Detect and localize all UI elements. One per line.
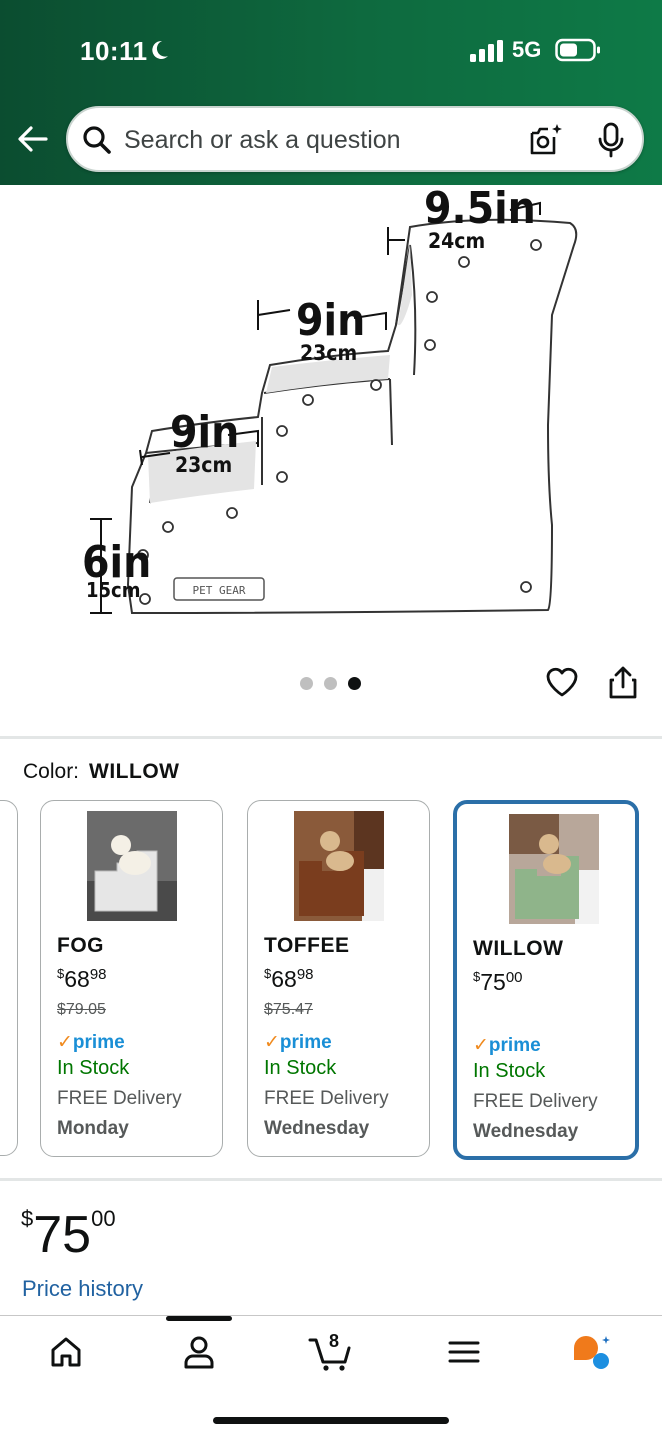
option-name: WILLOW xyxy=(473,937,564,960)
home-indicator xyxy=(213,1417,449,1424)
delivery-text: FREE Delivery xyxy=(264,1088,389,1109)
share-icon[interactable] xyxy=(606,664,640,700)
home-icon[interactable] xyxy=(46,1332,86,1372)
signal-icon xyxy=(470,40,503,62)
divider xyxy=(0,1178,662,1181)
product-price: $7500 xyxy=(21,1206,116,1264)
prime-badge: ✓prime xyxy=(57,1032,125,1053)
menu-icon[interactable] xyxy=(444,1332,484,1372)
carousel-dots[interactable] xyxy=(298,677,368,693)
network-type: 5G xyxy=(512,37,542,62)
prime-badge: ✓prime xyxy=(264,1032,332,1053)
delivery-day: Wednesday xyxy=(473,1121,579,1142)
dim-sub-top: 24cm xyxy=(428,229,485,253)
header: 10:11 5G Search or ask a question xyxy=(0,0,662,185)
product-image[interactable]: PET GEAR 9.5in 24cm 9in 23cm 9in 23cm 6i… xyxy=(0,185,662,635)
option-name: FOG xyxy=(57,934,104,957)
option-was-price: $75.47 xyxy=(264,1001,313,1018)
stock-status: In Stock xyxy=(473,1060,546,1082)
carousel-dot-active[interactable] xyxy=(348,677,361,690)
heart-icon[interactable] xyxy=(544,664,580,700)
option-was-price: $79.05 xyxy=(57,1001,106,1018)
price-history-link[interactable]: Price history xyxy=(22,1276,143,1302)
battery-icon xyxy=(555,38,600,62)
stock-status: In Stock xyxy=(57,1057,130,1079)
prime-check-icon: ✓ xyxy=(264,1032,280,1053)
carousel-dot[interactable] xyxy=(300,677,313,690)
option-price: $7500 xyxy=(473,969,523,995)
prime-badge: ✓prime xyxy=(473,1035,541,1056)
color-option-willow[interactable]: WILLOW $7500 ✓prime In Stock FREE Delive… xyxy=(453,800,639,1160)
account-icon[interactable] xyxy=(179,1332,219,1372)
delivery-text: FREE Delivery xyxy=(57,1088,182,1109)
prime-check-icon: ✓ xyxy=(473,1035,489,1056)
color-thumbnail xyxy=(509,814,599,924)
divider xyxy=(0,736,662,739)
moon-icon xyxy=(152,40,168,59)
color-label-row: Color: WILLOW xyxy=(23,760,180,784)
color-option-partial[interactable] xyxy=(0,800,18,1156)
option-name: TOFFEE xyxy=(264,934,350,957)
dim-label-mid: 9in xyxy=(296,295,365,346)
rufus-icon[interactable] xyxy=(572,1332,612,1372)
dim-sub-height: 15cm xyxy=(86,578,140,602)
status-time: 10:11 xyxy=(80,36,148,66)
search-input[interactable]: Search or ask a question xyxy=(124,126,401,155)
carousel-dot[interactable] xyxy=(324,677,337,690)
mic-icon[interactable] xyxy=(596,122,626,158)
color-thumbnail xyxy=(87,811,177,921)
color-thumbnail xyxy=(294,811,384,921)
option-price: $6898 xyxy=(264,966,314,992)
back-arrow-icon[interactable] xyxy=(16,122,50,156)
stock-status: In Stock xyxy=(264,1057,337,1079)
dim-sub-low: 23cm xyxy=(175,453,232,477)
search-icon xyxy=(83,126,111,154)
color-selected-value: WILLOW xyxy=(89,760,180,783)
search-bar[interactable]: Search or ask a question xyxy=(66,106,644,172)
option-price: $6898 xyxy=(57,966,107,992)
color-option-fog[interactable]: FOG $6898 $79.05 ✓prime In Stock FREE De… xyxy=(40,800,223,1157)
color-label: Color: xyxy=(23,760,80,783)
color-option-toffee[interactable]: TOFFEE $6898 $75.47 ✓prime In Stock FREE… xyxy=(247,800,430,1157)
dim-label-top: 9.5in xyxy=(424,185,536,234)
dim-label-low: 9in xyxy=(170,407,239,458)
prime-check-icon: ✓ xyxy=(57,1032,73,1053)
camera-icon[interactable] xyxy=(528,122,564,158)
dim-sub-mid: 23cm xyxy=(300,341,357,365)
delivery-day: Wednesday xyxy=(264,1118,370,1139)
delivery-text: FREE Delivery xyxy=(473,1091,598,1112)
nav-active-indicator xyxy=(166,1316,232,1321)
brand-badge: PET GEAR xyxy=(193,584,246,597)
cart-count-badge: 8 xyxy=(329,1331,340,1351)
delivery-day: Monday xyxy=(57,1118,129,1139)
